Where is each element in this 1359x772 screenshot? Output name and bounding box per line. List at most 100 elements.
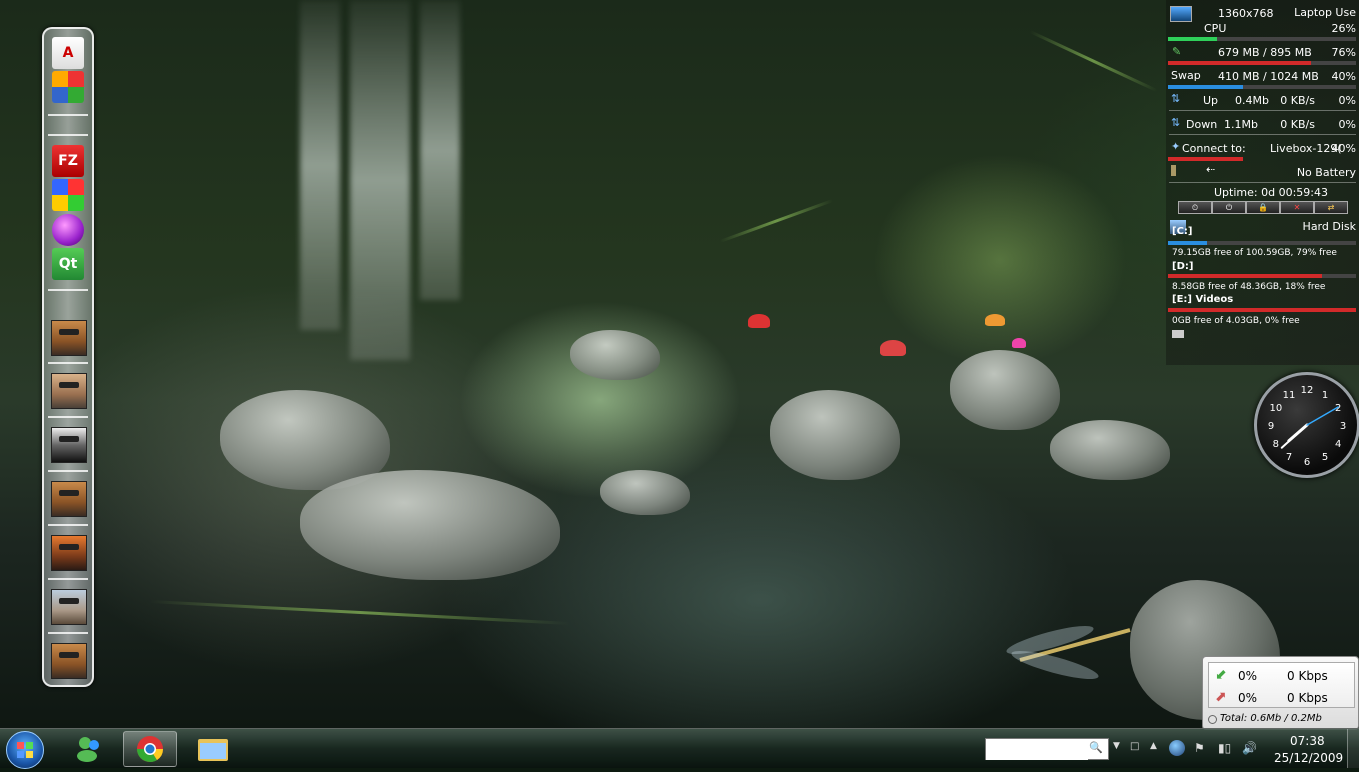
download-total: 1.1Mb: [1224, 118, 1258, 131]
search-field[interactable]: [986, 742, 1088, 760]
wifi-icon: ✦: [1171, 140, 1181, 153]
swap-percent: 40%: [1331, 70, 1356, 83]
qt-creator-icon[interactable]: Qt: [52, 248, 84, 280]
power-button[interactable]: ⏻: [1212, 201, 1246, 214]
network-globe-icon[interactable]: [1169, 740, 1185, 756]
swap-bar-fill: [1168, 85, 1244, 89]
wifi-label: Connect to:: [1182, 142, 1246, 155]
close-button[interactable]: ✕: [1280, 201, 1314, 214]
battery-icon: [1171, 165, 1176, 176]
rock: [1050, 420, 1170, 480]
cpu-label: CPU: [1204, 22, 1227, 35]
start-button[interactable]: [6, 731, 44, 769]
clock-number: 4: [1335, 439, 1341, 450]
show-desktop-button[interactable]: [1347, 729, 1359, 768]
download-rate: 0 KB/s: [1280, 118, 1315, 131]
network-meter-panel: [1208, 662, 1355, 708]
download-percent: 0%: [1338, 118, 1356, 131]
drive-e-bar: [1168, 308, 1356, 312]
taskbar-date[interactable]: 25/12/2009: [1274, 751, 1343, 765]
avatar[interactable]: [51, 481, 87, 517]
avatar[interactable]: [51, 589, 87, 625]
waterfall: [420, 0, 460, 300]
windows-logo-icon: [17, 742, 33, 758]
download-label: Down: [1186, 118, 1218, 131]
drive-d-name: [D:]: [1172, 261, 1194, 272]
netmeter-down-percent: 0%: [1238, 669, 1258, 683]
taskbar-time[interactable]: 07:38: [1290, 734, 1325, 748]
drive-d-bar-fill: [1168, 274, 1323, 278]
search-input[interactable]: 🔍: [985, 738, 1109, 760]
drive-e-info: 0GB free of 4.03GB, 0% free: [1172, 316, 1300, 326]
show-hidden-icons-icon[interactable]: ▲: [1150, 741, 1157, 751]
shutdown-options-button[interactable]: ⏲: [1178, 201, 1212, 214]
divider: [1169, 134, 1356, 135]
network-status-icon[interactable]: ▮▯: [1218, 741, 1231, 755]
fern-frond: [149, 600, 570, 625]
upload-label: Up: [1203, 94, 1219, 107]
lock-button[interactable]: 🔒: [1246, 201, 1280, 214]
wifi-bar-fill: [1168, 157, 1244, 161]
chrome-taskbar-button[interactable]: [123, 731, 177, 767]
messenger-icon: [77, 737, 99, 762]
chevron-down-icon[interactable]: ▼: [1113, 741, 1120, 751]
dock-separator: [48, 470, 88, 472]
mushroom: [1012, 338, 1026, 348]
memory-bar-fill: [1168, 61, 1311, 65]
adobe-reader-icon[interactable]: A: [52, 37, 84, 69]
orb-icon[interactable]: [52, 214, 84, 246]
drive-d-info: 8.58GB free of 48.36GB, 18% free: [1172, 282, 1326, 292]
swap-value: 410 MB / 1024 MB: [1218, 70, 1319, 83]
avatar[interactable]: [51, 427, 87, 463]
memory-percent: 76%: [1331, 46, 1356, 59]
drive-icon: [1172, 330, 1184, 338]
download-arrow-icon: ⬋: [1215, 667, 1227, 683]
clock-number: 3: [1340, 421, 1346, 432]
memory-icon: ✎: [1172, 45, 1182, 58]
avatar[interactable]: [51, 643, 87, 679]
drive-c-label: [C:]: [1172, 226, 1192, 237]
messenger-taskbar-button[interactable]: [63, 731, 115, 765]
divider: [1169, 110, 1356, 111]
fern-frond: [1029, 30, 1158, 93]
switch-user-button[interactable]: ⇄: [1314, 201, 1348, 214]
upload-icon: ⇅: [1171, 92, 1181, 105]
clock-minute-hand: [1280, 424, 1308, 449]
uptime: Uptime: 0d 00:59:43: [1214, 186, 1328, 199]
clock-number: 9: [1268, 421, 1274, 432]
cpu-value: 26%: [1331, 22, 1356, 35]
clock-number: 10: [1269, 403, 1282, 414]
filezilla-icon[interactable]: FZ: [52, 145, 84, 177]
explorer-taskbar-button[interactable]: [186, 731, 238, 765]
volume-icon[interactable]: 🔊: [1242, 741, 1257, 755]
divider: [1169, 182, 1356, 183]
drive-e-bar-fill: [1168, 308, 1356, 312]
desktop-toolbar-icon[interactable]: □: [1130, 741, 1139, 752]
clock-number: 7: [1286, 452, 1292, 463]
wifi-percent: 40%: [1331, 142, 1356, 155]
dock-separator: [48, 362, 88, 364]
monitor-icon: [1170, 6, 1192, 22]
rock: [570, 330, 660, 380]
avatar[interactable]: [51, 373, 87, 409]
avatar[interactable]: [51, 535, 87, 571]
avatar[interactable]: [51, 320, 87, 356]
system-monitor-sidebar: 1360x768 Laptop Use CPU 26% ✎ 679 MB / 8…: [1166, 0, 1359, 365]
action-center-flag-icon[interactable]: ⚑: [1194, 741, 1205, 755]
rock: [770, 390, 900, 480]
upload-total: 0.4Mb: [1235, 94, 1269, 107]
rock: [300, 470, 560, 580]
drive-e-label: [E:] Videos: [1172, 294, 1233, 305]
office-icon[interactable]: [52, 71, 84, 103]
network-meter-gadget[interactable]: ⬋ 0% 0 Kbps ⬈ 0% 0 Kbps Total: 0.6Mb / 0…: [1202, 656, 1359, 730]
cpu-bar: [1168, 37, 1356, 41]
netmeter-up-rate: 0 Kbps: [1287, 691, 1328, 705]
cpu-bar-fill: [1168, 37, 1217, 41]
drive-c-info: 79.15GB free of 100.59GB, 79% free: [1172, 248, 1337, 258]
drive-c-bar: [1168, 241, 1356, 245]
search-icon[interactable]: 🔍: [1089, 741, 1103, 754]
windows-icon[interactable]: [52, 179, 84, 211]
clock-number: 12: [1301, 385, 1314, 396]
memory-bar: [1168, 61, 1356, 65]
analog-clock[interactable]: 12 1 2 3 4 5 6 7 8 9 10 11: [1254, 372, 1359, 478]
